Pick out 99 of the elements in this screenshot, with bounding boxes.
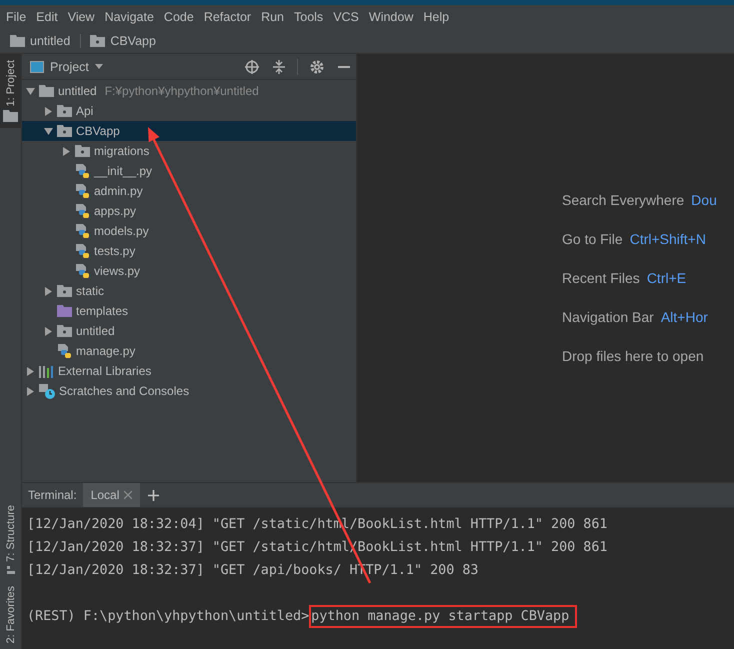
python-file-icon bbox=[75, 223, 90, 239]
tree-item[interactable]: Scratches and Consoles bbox=[22, 381, 356, 401]
path-hint: F:¥python¥yhpython¥untitled bbox=[104, 84, 259, 98]
tree-label: admin.py bbox=[94, 184, 143, 198]
shortcut-text: Alt+Hor bbox=[660, 309, 708, 325]
shortcut-text: Ctrl+E bbox=[646, 270, 686, 286]
terminal-title: Terminal: bbox=[27, 488, 78, 502]
expanded-arrow-icon[interactable] bbox=[44, 126, 53, 136]
scratches-icon bbox=[39, 383, 55, 399]
tree-label: CBVapp bbox=[76, 124, 120, 138]
close-icon[interactable] bbox=[124, 491, 132, 499]
tree-label: External Libraries bbox=[58, 364, 152, 378]
python-file-icon bbox=[57, 343, 72, 359]
tree-item[interactable]: static bbox=[22, 281, 356, 301]
menu-item[interactable]: Navigate bbox=[104, 10, 154, 24]
tree-label: static bbox=[76, 284, 104, 298]
folder-icon bbox=[57, 105, 72, 117]
python-file-icon bbox=[75, 183, 90, 199]
python-file-icon bbox=[75, 163, 90, 179]
window-icon bbox=[30, 60, 44, 72]
collapsed-arrow-icon[interactable] bbox=[26, 386, 35, 396]
menu-item[interactable]: Run bbox=[261, 10, 284, 24]
hint-label: Recent Files bbox=[562, 270, 640, 286]
folder-icon bbox=[57, 285, 72, 297]
locate-icon[interactable] bbox=[245, 60, 259, 74]
tree-item[interactable]: admin.py bbox=[22, 181, 356, 201]
menu-item[interactable]: File bbox=[6, 10, 26, 24]
tree-item[interactable]: models.py bbox=[22, 221, 356, 241]
folder-icon bbox=[57, 125, 72, 137]
tree-label: models.py bbox=[94, 224, 149, 238]
collapsed-arrow-icon[interactable] bbox=[44, 326, 53, 336]
collapsed-arrow-icon[interactable] bbox=[44, 106, 53, 116]
tree-item[interactable]: __init__.py bbox=[22, 161, 356, 181]
menu-item[interactable]: Help bbox=[423, 10, 450, 24]
tree-label: views.py bbox=[94, 264, 140, 278]
terminal-prompt: (REST) F:\python\yhpython\untitled> bbox=[27, 609, 310, 624]
python-file-icon bbox=[75, 263, 90, 279]
python-file-icon bbox=[75, 243, 90, 259]
tree-item[interactable]: Api bbox=[22, 101, 356, 121]
folder-icon bbox=[3, 110, 18, 122]
folder-icon bbox=[90, 34, 106, 46]
tree-item[interactable]: untitled F:¥python¥yhpython¥untitled bbox=[22, 81, 356, 101]
hint-label: Go to File bbox=[562, 231, 623, 247]
minimize-icon[interactable] bbox=[338, 66, 350, 68]
tree-label: tests.py bbox=[94, 244, 136, 258]
hint-label: Navigation Bar bbox=[562, 309, 654, 325]
tree-label: manage.py bbox=[76, 344, 136, 358]
highlighted-command: python manage.py startapp CBVapp bbox=[309, 605, 578, 628]
tree-item[interactable]: CBVapp bbox=[22, 121, 356, 141]
shortcut-text: Ctrl+Shift+N bbox=[630, 231, 706, 247]
menu-item[interactable]: View bbox=[68, 10, 95, 24]
libraries-icon bbox=[39, 364, 54, 378]
menu-item[interactable]: Window bbox=[368, 10, 414, 24]
tree-item[interactable]: views.py bbox=[22, 261, 356, 281]
tree-label: __init__.py bbox=[94, 164, 152, 178]
add-icon[interactable] bbox=[148, 490, 160, 500]
drop-hint: Drop files here to open bbox=[562, 348, 704, 364]
folder-icon bbox=[57, 325, 72, 337]
collapsed-arrow-icon[interactable] bbox=[62, 146, 71, 156]
menu-item[interactable]: Code bbox=[164, 10, 194, 24]
python-file-icon bbox=[75, 203, 90, 219]
menu-item[interactable]: VCS bbox=[333, 10, 359, 24]
folder-icon bbox=[39, 85, 54, 97]
hint-label: Search Everywhere bbox=[562, 192, 684, 208]
breadcrumb-item[interactable]: untitled bbox=[30, 34, 70, 48]
template-folder-icon bbox=[57, 305, 72, 317]
folder-icon bbox=[10, 34, 25, 46]
tree-item[interactable]: untitled bbox=[22, 321, 356, 341]
tree-label: Api bbox=[76, 104, 94, 118]
structure-icon bbox=[6, 566, 14, 574]
tree-label: apps.py bbox=[94, 204, 136, 218]
tree-item[interactable]: manage.py bbox=[22, 341, 356, 361]
collapsed-arrow-icon[interactable] bbox=[44, 286, 53, 296]
tree-label: templates bbox=[76, 304, 128, 318]
tree-item[interactable]: migrations bbox=[22, 141, 356, 161]
dropdown-caret-icon[interactable] bbox=[94, 64, 103, 69]
tool-window-tab[interactable]: 2: Favorites bbox=[0, 580, 21, 649]
menu-item[interactable]: Tools bbox=[294, 10, 324, 24]
tree-item[interactable]: templates bbox=[22, 301, 356, 321]
folder-icon bbox=[75, 145, 90, 157]
shortcut-text: Dou bbox=[691, 192, 717, 208]
tree-item[interactable]: apps.py bbox=[22, 201, 356, 221]
expanded-arrow-icon[interactable] bbox=[26, 86, 35, 96]
menu-item[interactable]: Edit bbox=[36, 10, 58, 24]
tree-label: untitled bbox=[76, 324, 115, 338]
tree-label: migrations bbox=[94, 144, 150, 158]
tree-item[interactable]: External Libraries bbox=[22, 361, 356, 381]
tool-window-tab[interactable]: 1: Project bbox=[0, 54, 21, 128]
terminal-tab[interactable]: Local bbox=[82, 483, 140, 507]
collapsed-arrow-icon[interactable] bbox=[26, 366, 35, 376]
collapse-all-icon[interactable] bbox=[273, 60, 285, 74]
tree-item[interactable]: tests.py bbox=[22, 241, 356, 261]
tree-label: Scratches and Consoles bbox=[59, 384, 190, 398]
settings-icon[interactable] bbox=[310, 60, 324, 74]
panel-title[interactable]: Project bbox=[50, 60, 89, 74]
tree-label: untitled bbox=[58, 84, 97, 98]
menu-item[interactable]: Refactor bbox=[204, 10, 252, 24]
tool-window-tab[interactable]: 7: Structure bbox=[0, 498, 21, 580]
breadcrumb-item[interactable]: CBVapp bbox=[110, 34, 156, 48]
